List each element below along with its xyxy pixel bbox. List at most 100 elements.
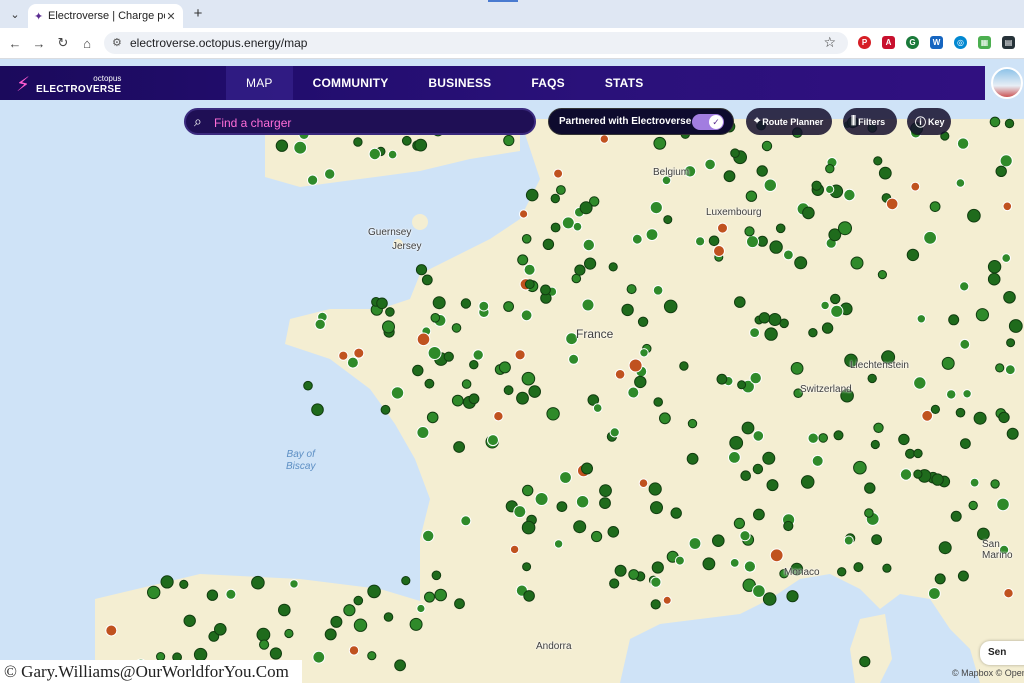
charger-marker[interactable]	[745, 190, 758, 202]
charger-marker[interactable]	[749, 327, 760, 339]
charger-marker[interactable]	[353, 618, 368, 632]
charger-marker[interactable]	[568, 353, 580, 365]
charger-marker[interactable]	[923, 230, 937, 245]
charger-marker[interactable]	[520, 309, 533, 322]
charger-marker[interactable]	[401, 576, 411, 586]
charger-marker[interactable]	[916, 314, 926, 324]
charger-marker[interactable]	[959, 281, 970, 292]
nav-faqs[interactable]: FAQS	[511, 66, 584, 100]
charger-marker[interactable]	[758, 312, 771, 324]
charger-marker[interactable]	[553, 168, 564, 179]
tab-close-icon[interactable]: ✕	[165, 10, 177, 23]
charger-marker[interactable]	[850, 256, 864, 270]
charger-marker[interactable]	[769, 240, 783, 254]
charger-marker[interactable]	[284, 628, 294, 639]
charger-marker[interactable]	[825, 184, 835, 194]
charger-marker[interactable]	[808, 328, 818, 338]
charger-marker[interactable]	[730, 148, 740, 158]
charger-marker[interactable]	[717, 222, 728, 234]
charger-marker[interactable]	[293, 140, 308, 155]
charger-marker[interactable]	[921, 409, 934, 422]
charger-marker[interactable]	[269, 647, 282, 660]
charger-marker[interactable]	[422, 529, 435, 543]
charger-marker[interactable]	[609, 578, 620, 589]
charger-marker[interactable]	[899, 468, 913, 481]
charger-marker[interactable]	[987, 272, 1001, 286]
charger-marker[interactable]	[648, 482, 662, 496]
charger-marker[interactable]	[599, 497, 611, 510]
charger-marker[interactable]	[959, 338, 971, 350]
charger-marker[interactable]	[756, 165, 768, 177]
charger-marker[interactable]	[343, 604, 356, 617]
charger-marker[interactable]	[556, 185, 566, 195]
nav-map[interactable]: MAP	[226, 66, 293, 100]
address-bar[interactable]: ⚙ electroverse.octopus.energy/map ☆	[104, 32, 848, 54]
charger-marker[interactable]	[938, 541, 952, 555]
charger-marker[interactable]	[1004, 364, 1016, 376]
charger-marker[interactable]	[503, 385, 514, 396]
charger-marker[interactable]	[634, 375, 647, 389]
charger-marker[interactable]	[749, 371, 762, 385]
charger-marker[interactable]	[956, 137, 970, 150]
charger-marker[interactable]	[957, 570, 969, 582]
charger-marker[interactable]	[885, 197, 899, 211]
charger-marker[interactable]	[1001, 253, 1012, 263]
charger-marker[interactable]	[353, 347, 365, 359]
charger-marker[interactable]	[434, 588, 448, 602]
charger-marker[interactable]	[592, 403, 603, 413]
site-info-icon[interactable]: ⚙	[112, 36, 122, 49]
charger-marker[interactable]	[416, 332, 431, 347]
charger-marker[interactable]	[214, 623, 227, 636]
charger-marker[interactable]	[906, 248, 920, 262]
charger-marker[interactable]	[394, 659, 407, 672]
charger-marker[interactable]	[599, 484, 612, 498]
charger-marker[interactable]	[843, 535, 854, 546]
charger-marker[interactable]	[998, 411, 1010, 424]
charger-marker[interactable]	[514, 349, 526, 361]
charger-marker[interactable]	[582, 238, 595, 252]
charger-marker[interactable]	[670, 507, 682, 519]
charger-marker[interactable]	[790, 362, 804, 375]
charger-marker[interactable]	[713, 245, 725, 257]
charger-marker[interactable]	[275, 139, 289, 152]
charger-marker[interactable]	[1003, 588, 1014, 599]
charger-marker[interactable]	[913, 376, 927, 390]
map-attribution[interactable]: © Mapbox © Open	[952, 668, 1024, 678]
browser-tab[interactable]: ✦ Electroverse | Charge point ma ✕	[28, 4, 183, 28]
charger-marker[interactable]	[451, 323, 462, 333]
charger-marker[interactable]	[838, 221, 852, 236]
charger-marker[interactable]	[472, 349, 484, 361]
charger-marker[interactable]	[769, 548, 784, 563]
charger-marker[interactable]	[783, 520, 794, 532]
charger-marker[interactable]	[432, 296, 446, 310]
charger-marker[interactable]	[800, 475, 815, 489]
charger-marker[interactable]	[653, 397, 664, 407]
charger-marker[interactable]	[461, 379, 472, 389]
charger-marker[interactable]	[871, 534, 882, 546]
partnered-toggle-switch[interactable]: ✓	[692, 114, 724, 130]
charger-marker[interactable]	[453, 441, 466, 453]
charger-marker[interactable]	[409, 617, 423, 631]
charger-marker[interactable]	[723, 170, 736, 183]
charger-marker[interactable]	[969, 477, 980, 488]
charger-marker[interactable]	[621, 303, 634, 317]
charger-marker[interactable]	[561, 216, 575, 230]
charger-marker[interactable]	[837, 567, 847, 577]
charger-marker[interactable]	[421, 274, 433, 286]
charger-marker[interactable]	[704, 158, 716, 171]
charger-marker[interactable]	[652, 285, 664, 296]
charger-marker[interactable]	[303, 380, 313, 391]
charger-marker[interactable]	[324, 168, 336, 180]
charger-marker[interactable]	[626, 284, 637, 295]
charger-marker[interactable]	[794, 256, 808, 270]
charger-marker[interactable]	[579, 201, 593, 215]
charger-marker[interactable]	[516, 391, 529, 405]
charger-marker[interactable]	[206, 589, 219, 601]
charger-marker[interactable]	[766, 479, 779, 492]
charger-marker[interactable]	[864, 508, 874, 518]
charger-marker[interactable]	[524, 279, 535, 290]
charger-marker[interactable]	[995, 363, 1005, 373]
charger-marker[interactable]	[416, 603, 426, 614]
url-text[interactable]: electroverse.octopus.energy/map	[130, 36, 307, 50]
charger-marker[interactable]	[628, 569, 640, 580]
